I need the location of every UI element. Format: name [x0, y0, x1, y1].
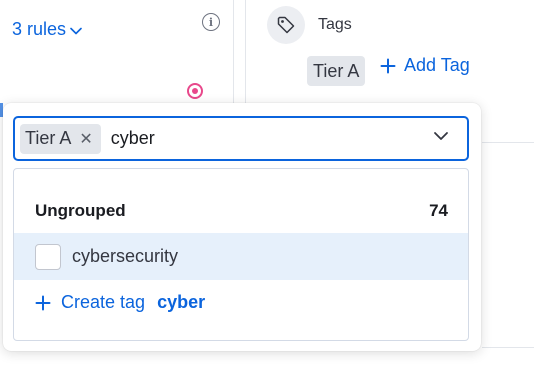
info-icon[interactable]: i	[202, 13, 220, 31]
tag-search-input[interactable]	[108, 127, 399, 150]
selected-tag-chip: Tier A ✕	[20, 123, 101, 154]
tag-options-list: Ungrouped 74 cybersecurity Create tag cy…	[13, 168, 469, 341]
group-header: Ungrouped 74	[35, 201, 448, 221]
add-tag-button[interactable]: Add Tag	[380, 55, 470, 76]
tag-option-label: cybersecurity	[72, 246, 179, 266]
create-tag-label: Create tag	[61, 292, 146, 312]
plus-icon	[35, 295, 51, 310]
tag-option[interactable]: cybersecurity	[14, 233, 468, 280]
target-icon	[187, 83, 203, 99]
group-name: Ungrouped	[35, 201, 126, 220]
rules-dropdown-label: 3 rules	[12, 19, 67, 39]
tag-icon	[267, 6, 305, 44]
tags-title: Tags	[318, 16, 352, 33]
create-tag-button[interactable]: Create tag cyber	[35, 292, 205, 313]
existing-tag-badge: Tier A	[307, 56, 366, 86]
divider-line	[482, 142, 534, 143]
chevron-down-icon	[70, 27, 82, 34]
tag-combobox[interactable]: Tier A ✕	[13, 116, 469, 161]
rules-dropdown[interactable]: 3 rules	[12, 19, 82, 40]
create-tag-term: cyber	[157, 292, 206, 312]
divider-line	[482, 347, 534, 348]
selected-tag-label: Tier A	[25, 128, 72, 148]
add-tag-label: Add Tag	[404, 55, 470, 75]
group-count: 74	[429, 201, 448, 220]
panel-divider-2	[245, 0, 246, 103]
panel-divider	[233, 0, 234, 103]
close-icon[interactable]: ✕	[79, 129, 92, 149]
chevron-down-icon[interactable]	[433, 130, 449, 142]
tag-option-checkbox[interactable]	[35, 243, 61, 270]
plus-icon	[380, 58, 396, 73]
